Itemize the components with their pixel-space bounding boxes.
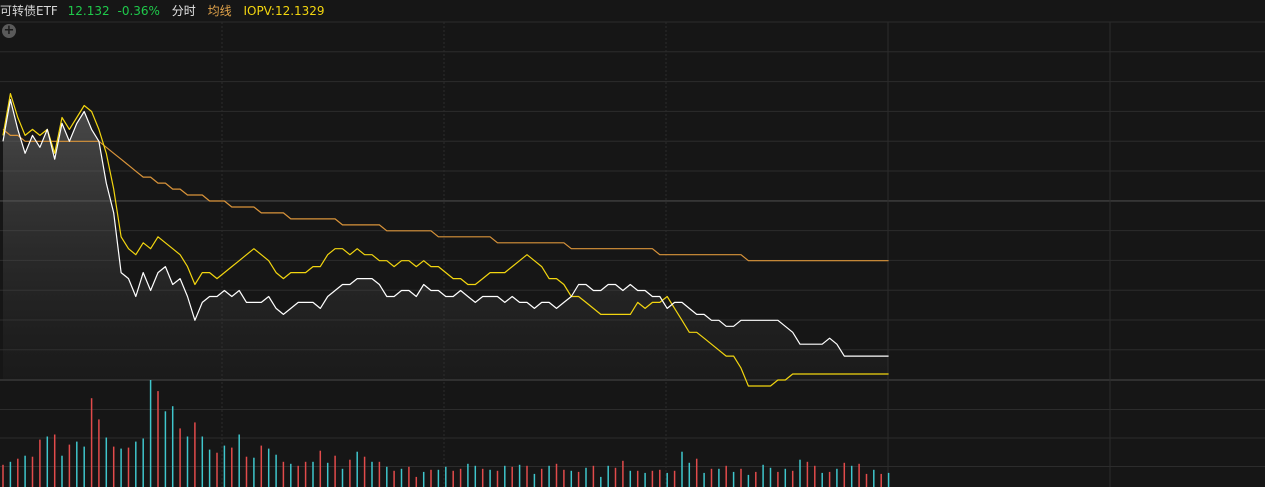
average-line — [2, 128, 889, 262]
intraday-chart — [0, 21, 1265, 487]
